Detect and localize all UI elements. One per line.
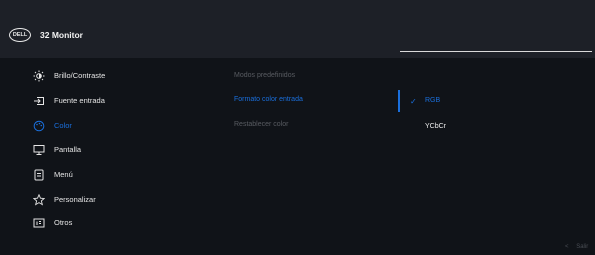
- brightness-icon: [33, 70, 45, 82]
- chevron-left-icon: <: [565, 244, 569, 250]
- submenu-reset-color[interactable]: Restablecer color: [234, 121, 288, 128]
- exit-label: Salir: [576, 244, 589, 250]
- check-icon: ✓: [410, 97, 417, 106]
- menu-icon: [33, 169, 45, 181]
- menu-item-others[interactable]: Otros: [33, 217, 183, 231]
- star-icon: [32, 193, 46, 206]
- exit-button[interactable]: < Salir: [565, 244, 588, 250]
- menu-item-input-source[interactable]: Fuente entrada: [33, 95, 183, 109]
- display-icon: [33, 144, 45, 156]
- option-rgb[interactable]: RGB: [425, 97, 440, 104]
- menu-item-personalize[interactable]: Personalizar: [32, 193, 183, 208]
- submenu-preset-modes[interactable]: Modos predefinidos: [234, 72, 295, 79]
- input-source-icon: [33, 95, 45, 107]
- submenu-input-color-format[interactable]: Formato color entrada: [234, 96, 303, 103]
- monitor-osd: DELL 32 Monitor Brillo/Contraste Fuente …: [0, 0, 595, 255]
- monitor-title: 32 Monitor: [40, 30, 83, 40]
- option-ycbcr[interactable]: YCbCr: [425, 123, 446, 130]
- header-divider: [400, 51, 592, 52]
- menu-item-color[interactable]: Color: [33, 120, 183, 134]
- menu-item-brightness-contrast[interactable]: Brillo/Contraste: [33, 70, 183, 84]
- menu-item-display[interactable]: Pantalla: [33, 144, 183, 158]
- dell-logo: DELL: [9, 28, 31, 42]
- color-palette-icon: [33, 120, 45, 132]
- menu-item-menu[interactable]: Menú: [33, 169, 183, 183]
- others-icon: [33, 217, 45, 229]
- selection-indicator: [398, 90, 400, 112]
- osd-header: DELL 32 Monitor: [0, 0, 595, 58]
